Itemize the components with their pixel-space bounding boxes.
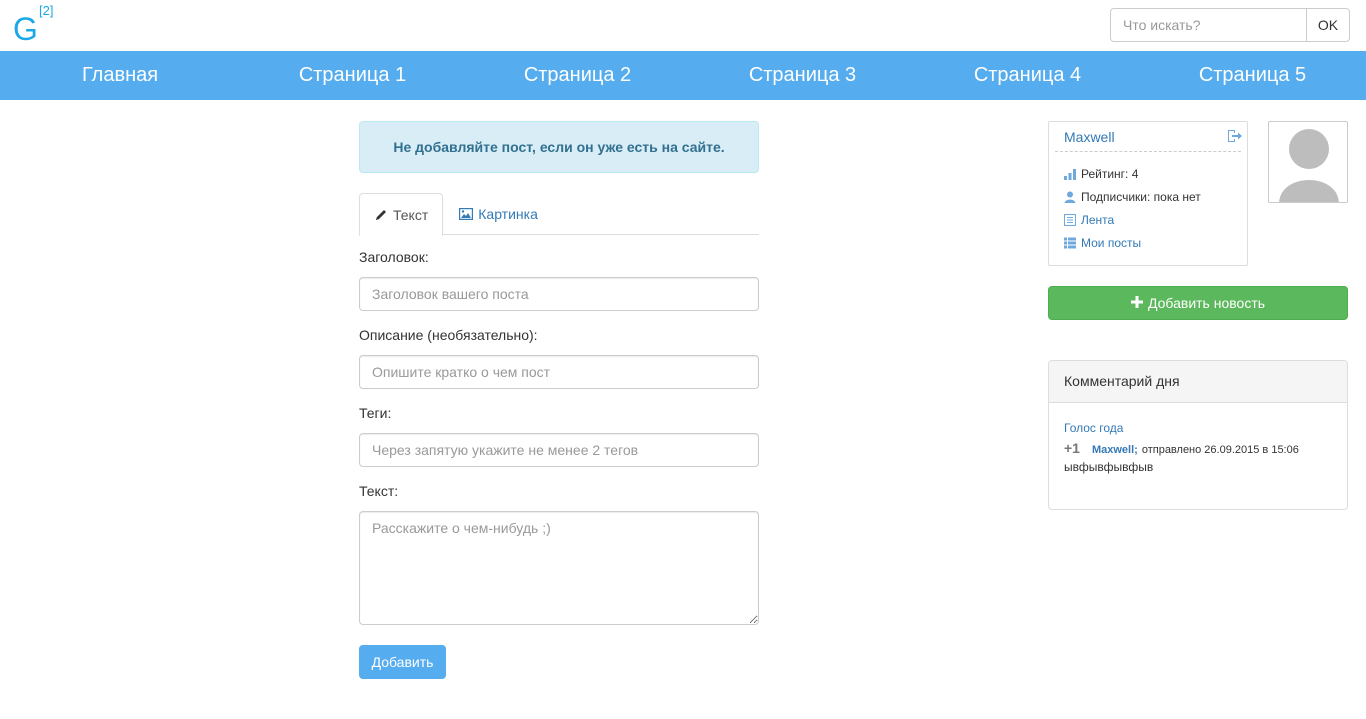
tab-picture[interactable]: Картинка: [443, 193, 554, 235]
user-rating-text: Рейтинг: 4: [1081, 167, 1139, 181]
add-news-button[interactable]: Добавить новость: [1048, 286, 1348, 320]
comment-author-link[interactable]: Maxwell;: [1092, 444, 1138, 456]
logo-superscript: [2]: [39, 3, 54, 18]
tags-label: Теги:: [359, 405, 392, 421]
comment-date: отправлено 26.09.2015 в 15:06: [1141, 444, 1299, 456]
text-textarea[interactable]: [359, 511, 759, 625]
description-input[interactable]: [359, 355, 759, 389]
user-icon: [1064, 191, 1076, 203]
nav-item-page-2[interactable]: Страница 2: [465, 51, 690, 100]
user-card: Maxwell Рейтинг: 4 Подписчики: пока нет …: [1048, 121, 1248, 266]
comment-text: ывфывфывфыв: [1064, 460, 1154, 474]
th-list-icon: [1064, 237, 1076, 249]
search-input[interactable]: [1110, 8, 1306, 42]
user-my-posts-label: Мои посты: [1081, 236, 1142, 250]
search-button[interactable]: OK: [1306, 8, 1350, 42]
avatar-placeholder-icon: [1279, 129, 1339, 202]
comment-of-day-panel: Комментарий дня Голос года +1 Maxwell; о…: [1048, 360, 1348, 510]
user-my-posts-link[interactable]: Мои посты: [1064, 236, 1141, 250]
add-news-label: Добавить новость: [1147, 295, 1266, 311]
comment-score: +1: [1064, 440, 1080, 456]
user-subscribers-text: Подписчики: пока нет: [1081, 190, 1201, 204]
info-alert-text: Не добавляйте пост, если он уже есть на …: [393, 139, 725, 155]
title-input[interactable]: [359, 277, 759, 311]
list-alt-icon: [1064, 214, 1076, 226]
tab-text-label: Текст: [393, 206, 429, 223]
pencil-icon: [374, 208, 388, 222]
description-label: Описание (необязательно):: [359, 327, 538, 343]
comment-post-link[interactable]: Голос года: [1064, 421, 1123, 435]
rating-icon: [1064, 168, 1076, 180]
user-feed-link[interactable]: Лента: [1064, 213, 1114, 227]
user-subscribers: Подписчики: пока нет: [1064, 190, 1201, 204]
user-feed-label: Лента: [1081, 213, 1115, 227]
user-card-divider: [1055, 151, 1241, 152]
nav-item-home[interactable]: Главная: [0, 51, 240, 100]
nav-item-page-3[interactable]: Страница 3: [690, 51, 915, 100]
submit-button[interactable]: Добавить: [359, 645, 446, 679]
avatar[interactable]: [1268, 121, 1348, 203]
site-logo[interactable]: G [2]: [13, 3, 63, 47]
text-label: Текст:: [359, 483, 399, 499]
tab-picture-label: Картинка: [478, 206, 538, 222]
user-rating: Рейтинг: 4: [1064, 167, 1138, 181]
info-alert: Не добавляйте пост, если он уже есть на …: [359, 121, 759, 173]
comment-of-day-heading: Комментарий дня: [1049, 361, 1347, 403]
main-navbar: Главная Страница 1 Страница 2 Страница 3…: [0, 51, 1366, 100]
tags-input[interactable]: [359, 433, 759, 467]
plus-icon: [1130, 295, 1143, 311]
post-type-tabs: Текст Картинка: [359, 193, 759, 236]
search-form: OK: [1110, 8, 1350, 42]
title-label: Заголовок:: [359, 249, 429, 265]
nav-item-page-5[interactable]: Страница 5: [1140, 51, 1365, 100]
comment-meta: +1 Maxwell; отправлено 26.09.2015 в 15:0…: [1064, 440, 1299, 456]
user-name-link[interactable]: Maxwell: [1064, 129, 1115, 145]
nav-item-page-1[interactable]: Страница 1: [240, 51, 465, 100]
logo-letter: G: [13, 11, 38, 47]
nav-item-page-4[interactable]: Страница 4: [915, 51, 1140, 100]
tab-text[interactable]: Текст: [359, 193, 444, 236]
logout-icon[interactable]: [1227, 129, 1243, 146]
picture-icon: [459, 208, 474, 220]
